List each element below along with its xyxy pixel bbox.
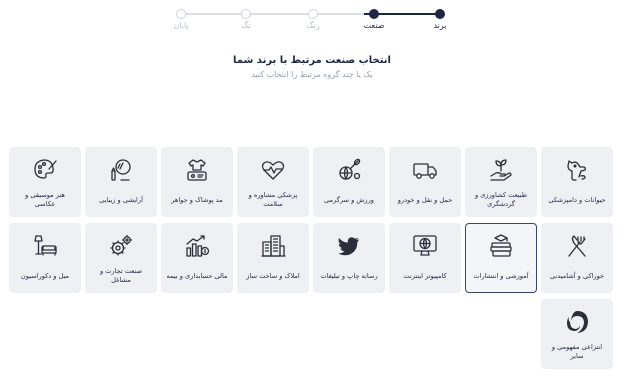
industry-card-nature[interactable]: طبیعت کشاورزی و گردشگری: [465, 147, 537, 217]
industry-card-art[interactable]: هنر موسیقی و عکاسی: [9, 147, 81, 217]
computer-globe-icon: [411, 232, 439, 260]
industry-card-label: صنعت تجارت و مشاغل: [99, 267, 143, 284]
step-dot-tag: [241, 9, 251, 19]
industry-card-label: آموزشی و انتشارات: [473, 271, 529, 280]
industry-card-label: رسانه چاپ و تبلیغات: [320, 271, 378, 280]
step-label-industry: صنعت: [363, 21, 385, 30]
finance-chart-icon: [183, 232, 211, 260]
industry-card-abstract[interactable]: انتزاعی مفهومی و سایر: [541, 299, 613, 369]
step-dot-brand: [435, 9, 445, 19]
industry-card-animals[interactable]: حیوانات و دامپزشکی: [541, 147, 613, 217]
heartbeat-icon: [259, 156, 287, 184]
industry-card-label: کامپیوتر اینترنت: [403, 271, 447, 280]
industry-card-label: خوراکی و آشامیدنی: [549, 271, 605, 280]
plant-hand-icon: [487, 156, 515, 184]
sports-icon: [335, 156, 363, 184]
lamp-sofa-icon: [31, 232, 59, 260]
mirror-icon: [107, 156, 135, 184]
step-dot-industry: [369, 9, 379, 19]
palette-icon: [31, 156, 59, 184]
step-label-brand: برند: [433, 21, 447, 30]
gears-icon: [107, 232, 135, 260]
page-subtitle: یک یا چند گروه مرتبط را انتخاب کنید: [251, 70, 373, 79]
industry-card-label: املاک و ساخت ساز: [246, 271, 300, 280]
page-title: انتخاب صنعت مرتبط با برند شما: [233, 55, 391, 66]
industry-card-sports[interactable]: ورزش و سرگرمی: [313, 147, 385, 217]
books-icon: [487, 232, 515, 260]
step-label-color: رنگ: [306, 21, 320, 30]
step-label-tag: تگ: [241, 21, 251, 30]
industry-card-label: پزشکی مشاوره و سلامت: [248, 191, 298, 208]
fork-knife-icon: [563, 232, 591, 260]
industry-card-food[interactable]: خوراکی و آشامیدنی: [541, 223, 613, 293]
industry-card-label: آرایشی و زیبایی: [99, 195, 143, 204]
buildings-icon: [259, 232, 287, 260]
stepper-track-pending: [181, 13, 364, 15]
dog-icon: [563, 156, 591, 184]
clothing-icon: [183, 156, 211, 184]
industry-card-industry[interactable]: صنعت تجارت و مشاغل: [85, 223, 157, 293]
industry-card-furniture[interactable]: مبل و دکوراسیون: [9, 223, 81, 293]
step-dot-finish: [176, 9, 186, 19]
industry-card-label: هنر موسیقی و عکاسی: [25, 191, 65, 208]
industry-card-label: انتزاعی مفهومی و سایر: [551, 343, 603, 360]
truck-icon: [411, 156, 439, 184]
industry-card-education[interactable]: آموزشی و انتشارات: [465, 223, 537, 293]
industry-card-finance[interactable]: مالی حسابداری و بیمه: [161, 223, 233, 293]
industry-card-label: طبیعت کشاورزی و گردشگری: [474, 191, 527, 208]
industry-card-fashion[interactable]: مد پوشاک و جواهر: [161, 147, 233, 217]
industry-card-beauty[interactable]: آرایشی و زیبایی: [85, 147, 157, 217]
industry-card-health[interactable]: پزشکی مشاوره و سلامت: [237, 147, 309, 217]
industry-card-label: حیوانات و دامپزشکی: [548, 195, 606, 204]
step-dot-color: [308, 9, 318, 19]
industry-card-transport[interactable]: حمل و نقل و خودرو: [389, 147, 461, 217]
abstract-swirl-icon: [563, 308, 591, 336]
bird-icon: [335, 232, 363, 260]
industry-card-media[interactable]: رسانه چاپ و تبلیغات: [313, 223, 385, 293]
industry-card-label: مد پوشاک و جواهر: [171, 195, 223, 204]
industry-card-label: مالی حسابداری و بیمه: [166, 271, 228, 280]
industry-card-label: مبل و دکوراسیون: [20, 271, 70, 280]
step-label-finish: پایان: [173, 21, 189, 30]
industry-card-label: ورزش و سرگرمی: [324, 195, 374, 204]
progress-stepper: برند صنعت رنگ تگ پایان: [0, 6, 624, 36]
industry-card-computer[interactable]: کامپیوتر اینترنت: [389, 223, 461, 293]
industry-card-real-estate[interactable]: املاک و ساخت ساز: [237, 223, 309, 293]
industry-card-label: حمل و نقل و خودرو: [397, 195, 453, 204]
